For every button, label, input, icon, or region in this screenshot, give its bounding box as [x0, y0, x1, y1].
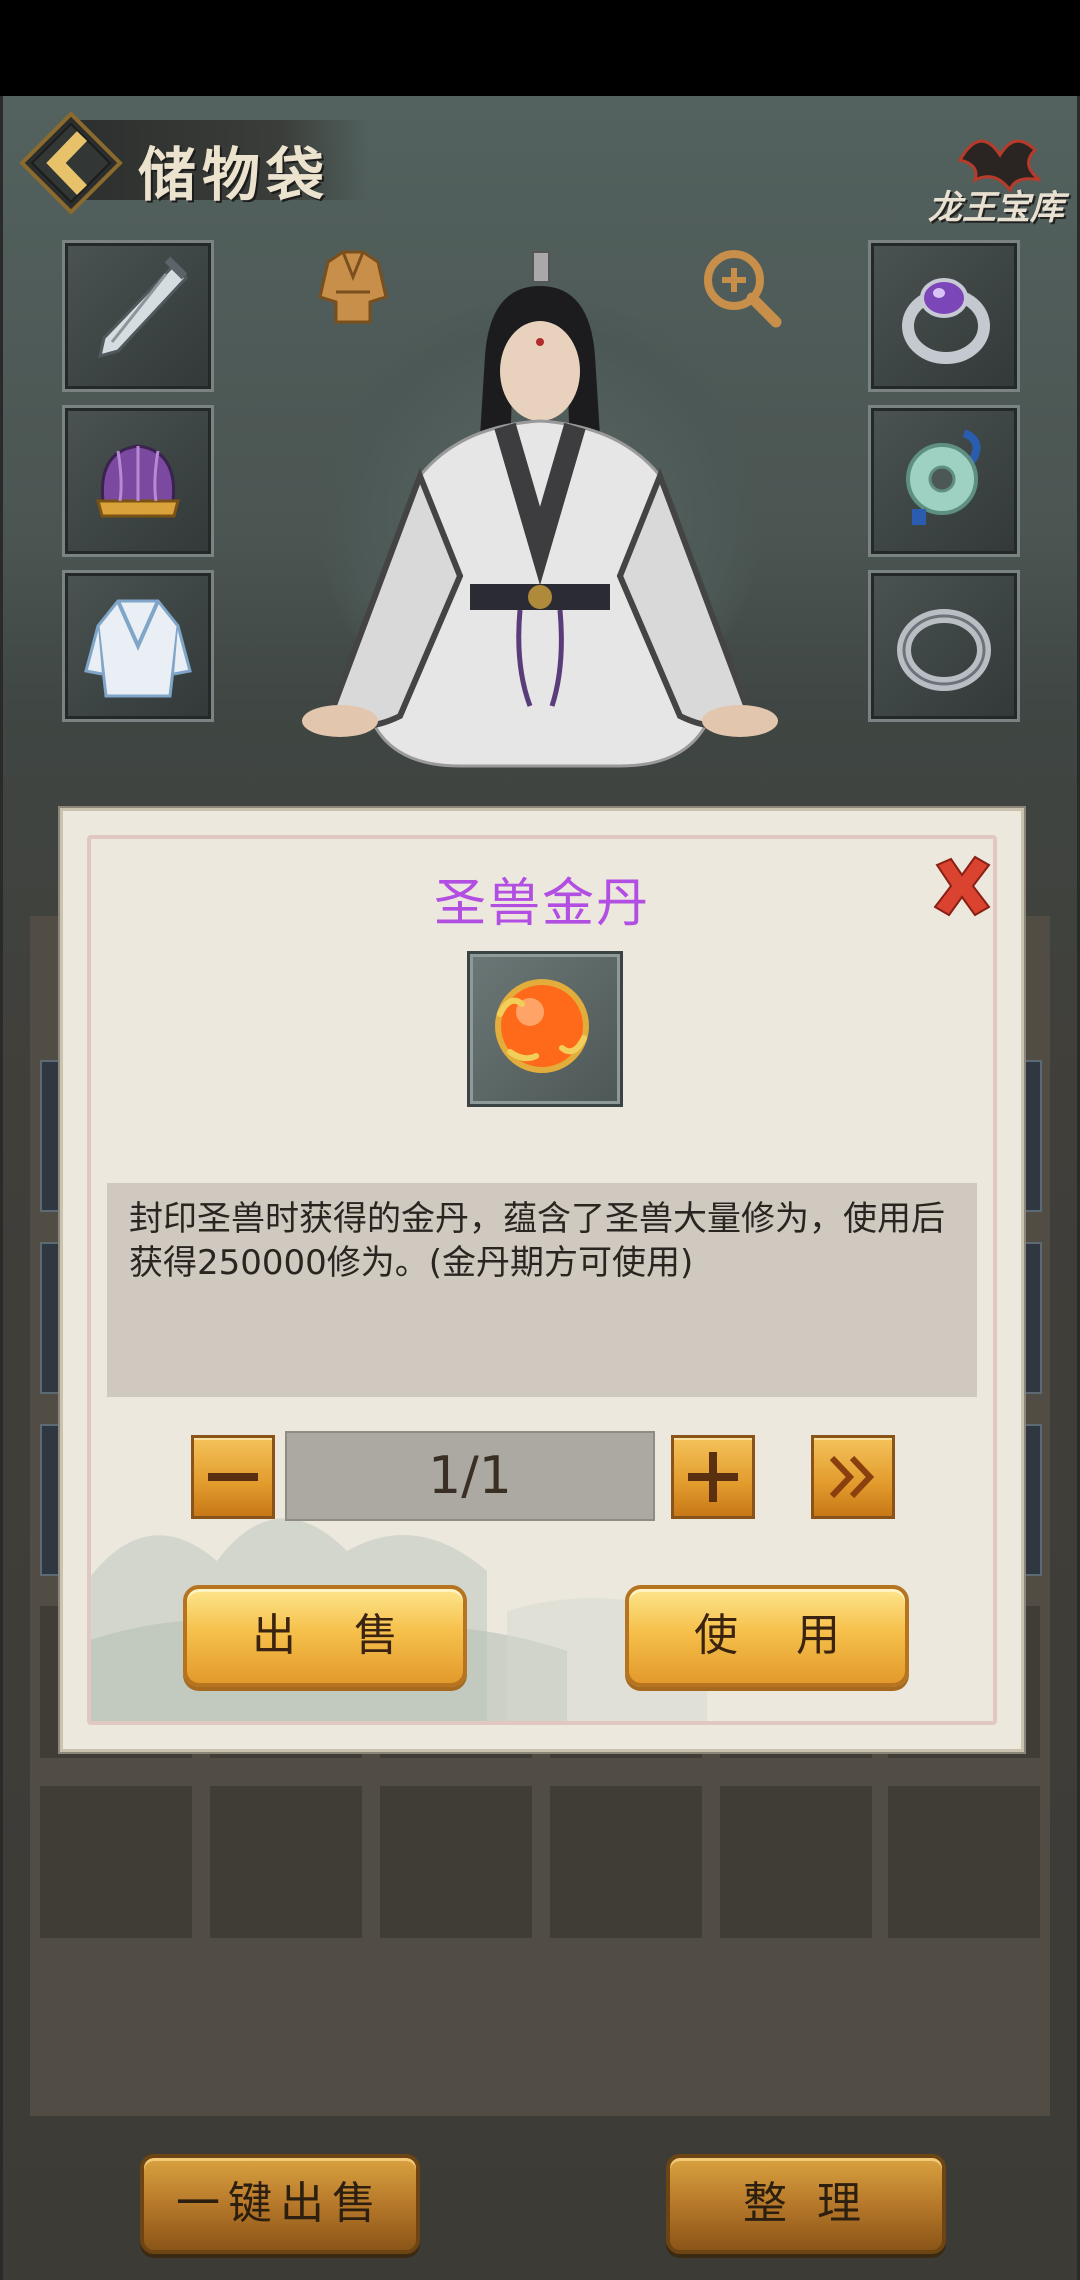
equip-slot-weapon[interactable] — [62, 240, 214, 392]
use-button[interactable]: 使 用 — [625, 1585, 909, 1687]
item-icon-slot — [467, 951, 623, 1107]
equip-slot-helmet[interactable] — [62, 405, 214, 557]
bag-cell[interactable] — [210, 1786, 362, 1938]
quick-sell-button[interactable]: 一键出售 — [140, 2154, 420, 2254]
close-x-icon[interactable] — [929, 853, 995, 919]
purple-ring-icon — [902, 278, 990, 364]
logo-text: 龙王宝库 — [928, 188, 1064, 228]
game-screen: 储物袋 龙王宝库 一键出售 整 理 圣兽金丹 封印圣兽时获得的金丹，蕴含了圣兽大… — [0, 96, 1080, 2280]
sell-button[interactable]: 出 售 — [183, 1585, 467, 1687]
golden-pill-icon — [495, 979, 589, 1073]
equip-slot-ring-2[interactable] — [868, 570, 1020, 722]
sort-button[interactable]: 整 理 — [666, 2154, 946, 2254]
item-description-box: 封印圣兽时获得的金丹，蕴含了圣兽大量修为，使用后获得250000修为。(金丹期方… — [107, 1183, 977, 1397]
magnifier-plus-icon[interactable] — [696, 242, 786, 332]
double-chevron-right-icon — [829, 1455, 875, 1499]
minus-icon — [208, 1473, 258, 1481]
bag-cell[interactable] — [380, 1786, 532, 1938]
helmet-icon — [96, 444, 180, 518]
item-detail-dialog: 圣兽金丹 封印圣兽时获得的金丹，蕴含了圣兽大量修为，使用后获得250000修为。… — [60, 808, 1024, 1752]
equip-slot-robe[interactable] — [62, 570, 214, 722]
plus-icon — [688, 1452, 738, 1502]
decrease-button[interactable] — [191, 1435, 275, 1519]
equip-slot-jade[interactable] — [868, 405, 1020, 557]
silver-ring-icon — [897, 609, 991, 691]
bag-cell[interactable] — [720, 1786, 872, 1938]
jade-pendant-icon — [906, 429, 981, 525]
quantity-field[interactable]: 1/1 — [285, 1431, 655, 1521]
item-name: 圣兽金丹 — [433, 874, 650, 934]
bag-cell[interactable] — [40, 1786, 192, 1938]
bag-cell[interactable] — [888, 1786, 1040, 1938]
item-description: 封印圣兽时获得的金丹，蕴含了圣兽大量修为，使用后获得250000修为。(金丹期方… — [129, 1199, 945, 1283]
back-button[interactable] — [16, 108, 126, 218]
armor-icon[interactable] — [308, 242, 398, 332]
max-quantity-button[interactable] — [811, 1435, 895, 1519]
sword-icon — [97, 256, 189, 359]
page-title: 储物袋 — [138, 141, 331, 209]
robe-icon — [84, 599, 192, 698]
equip-slot-ring-1[interactable] — [868, 240, 1020, 392]
chevron-left-icon — [19, 111, 123, 215]
bag-cell[interactable] — [550, 1786, 702, 1938]
increase-button[interactable] — [671, 1435, 755, 1519]
